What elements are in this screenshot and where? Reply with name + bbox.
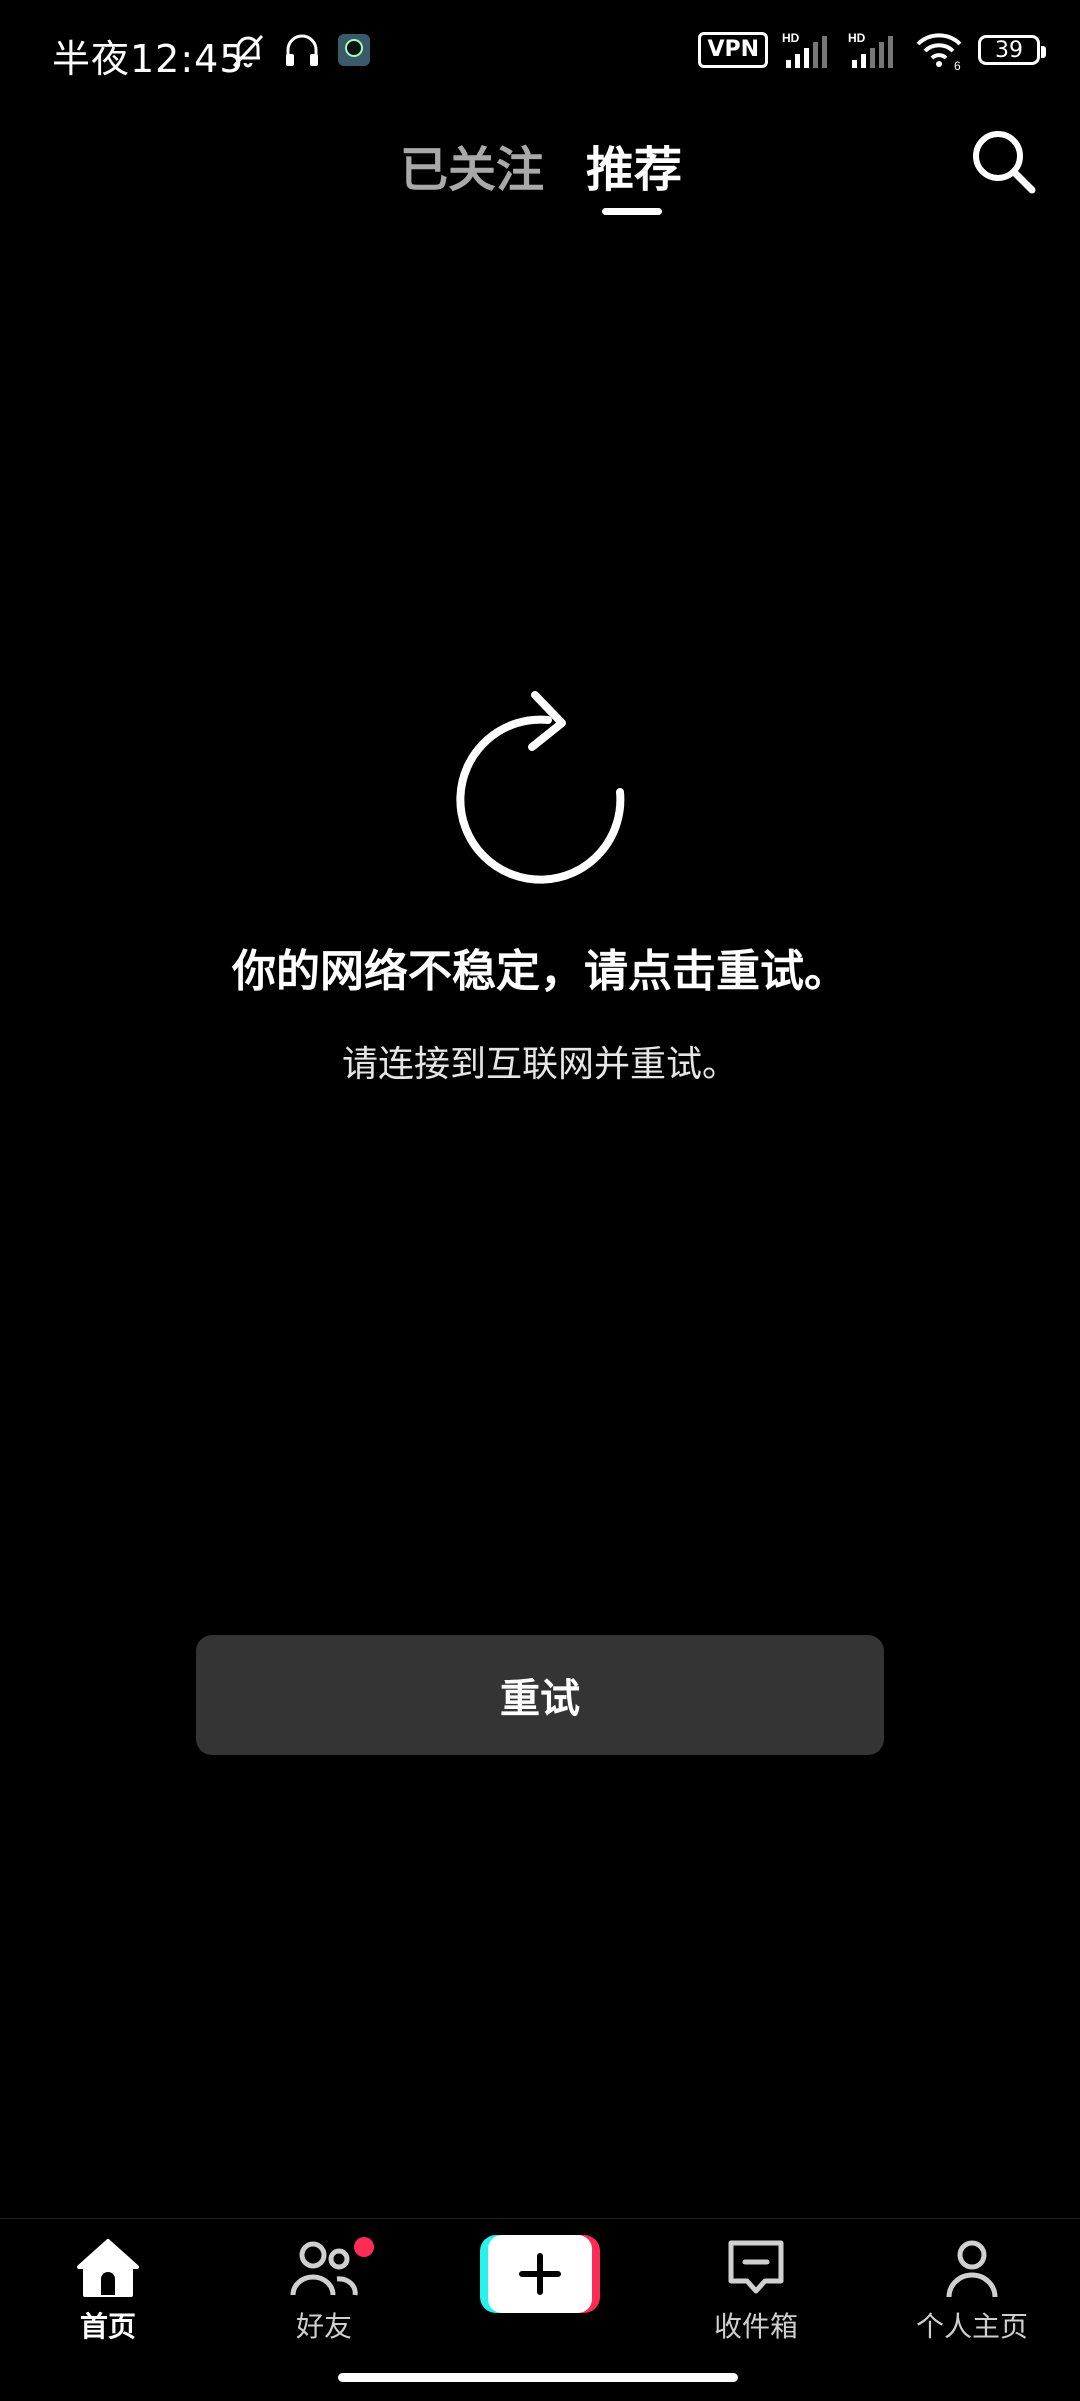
wifi-sub-label: 6 <box>954 59 961 70</box>
retry-button[interactable]: 重试 <box>196 1635 884 1755</box>
status-left-icons <box>228 30 372 70</box>
vpn-badge: VPN <box>698 32 768 68</box>
status-time: 半夜12:45 <box>52 37 245 81</box>
nav-friends[interactable]: 好友 <box>244 2233 404 2345</box>
nav-profile[interactable]: 个人主页 <box>892 2233 1052 2345</box>
status-bar: 半夜12:45 VPN HD HD 6 39 <box>0 0 1080 105</box>
tab-active-indicator <box>602 208 662 215</box>
nav-home-label: 首页 <box>79 2310 136 2343</box>
wifi-icon: 6 <box>916 33 962 70</box>
refresh-icon <box>456 691 625 884</box>
tab-following[interactable]: 已关注 <box>400 130 544 200</box>
search-icon[interactable] <box>966 124 1042 200</box>
status-right-icons: VPN HD HD 6 39 <box>698 30 1046 70</box>
create-button-face <box>488 2235 592 2313</box>
nav-profile-label: 个人主页 <box>915 2310 1028 2343</box>
home-indicator[interactable] <box>338 2373 738 2382</box>
error-title: 你的网络不稳定，请点击重试。 <box>232 946 848 997</box>
nav-inbox[interactable]: 收件箱 <box>676 2233 836 2345</box>
tab-recommend[interactable]: 推荐 <box>586 130 682 200</box>
create-button[interactable] <box>480 2235 600 2313</box>
error-subtitle: 请连接到互联网并重试。 <box>341 1044 738 1085</box>
nav-inbox-label: 收件箱 <box>713 2310 798 2343</box>
inbox-icon <box>728 2240 784 2294</box>
battery-indicator: 39 <box>978 35 1046 65</box>
bell-muted-icon <box>232 34 264 68</box>
nav-home[interactable]: 首页 <box>28 2233 188 2345</box>
nav-friends-label: 好友 <box>295 2310 352 2343</box>
top-tabs: 已关注 推荐 <box>0 120 1080 230</box>
signal-hd-label: HD <box>782 31 800 45</box>
signal-hd-label-2: HD <box>848 31 866 45</box>
signal-icon-2: HD <box>848 31 893 68</box>
notification-dot <box>354 2237 374 2257</box>
profile-icon <box>946 2240 998 2298</box>
signal-icon: HD <box>782 31 827 68</box>
friends-icon <box>290 2241 358 2296</box>
headphones-icon <box>286 34 318 66</box>
app-notification-icon <box>338 34 370 66</box>
home-icon <box>77 2239 139 2297</box>
plus-icon <box>519 2253 561 2295</box>
